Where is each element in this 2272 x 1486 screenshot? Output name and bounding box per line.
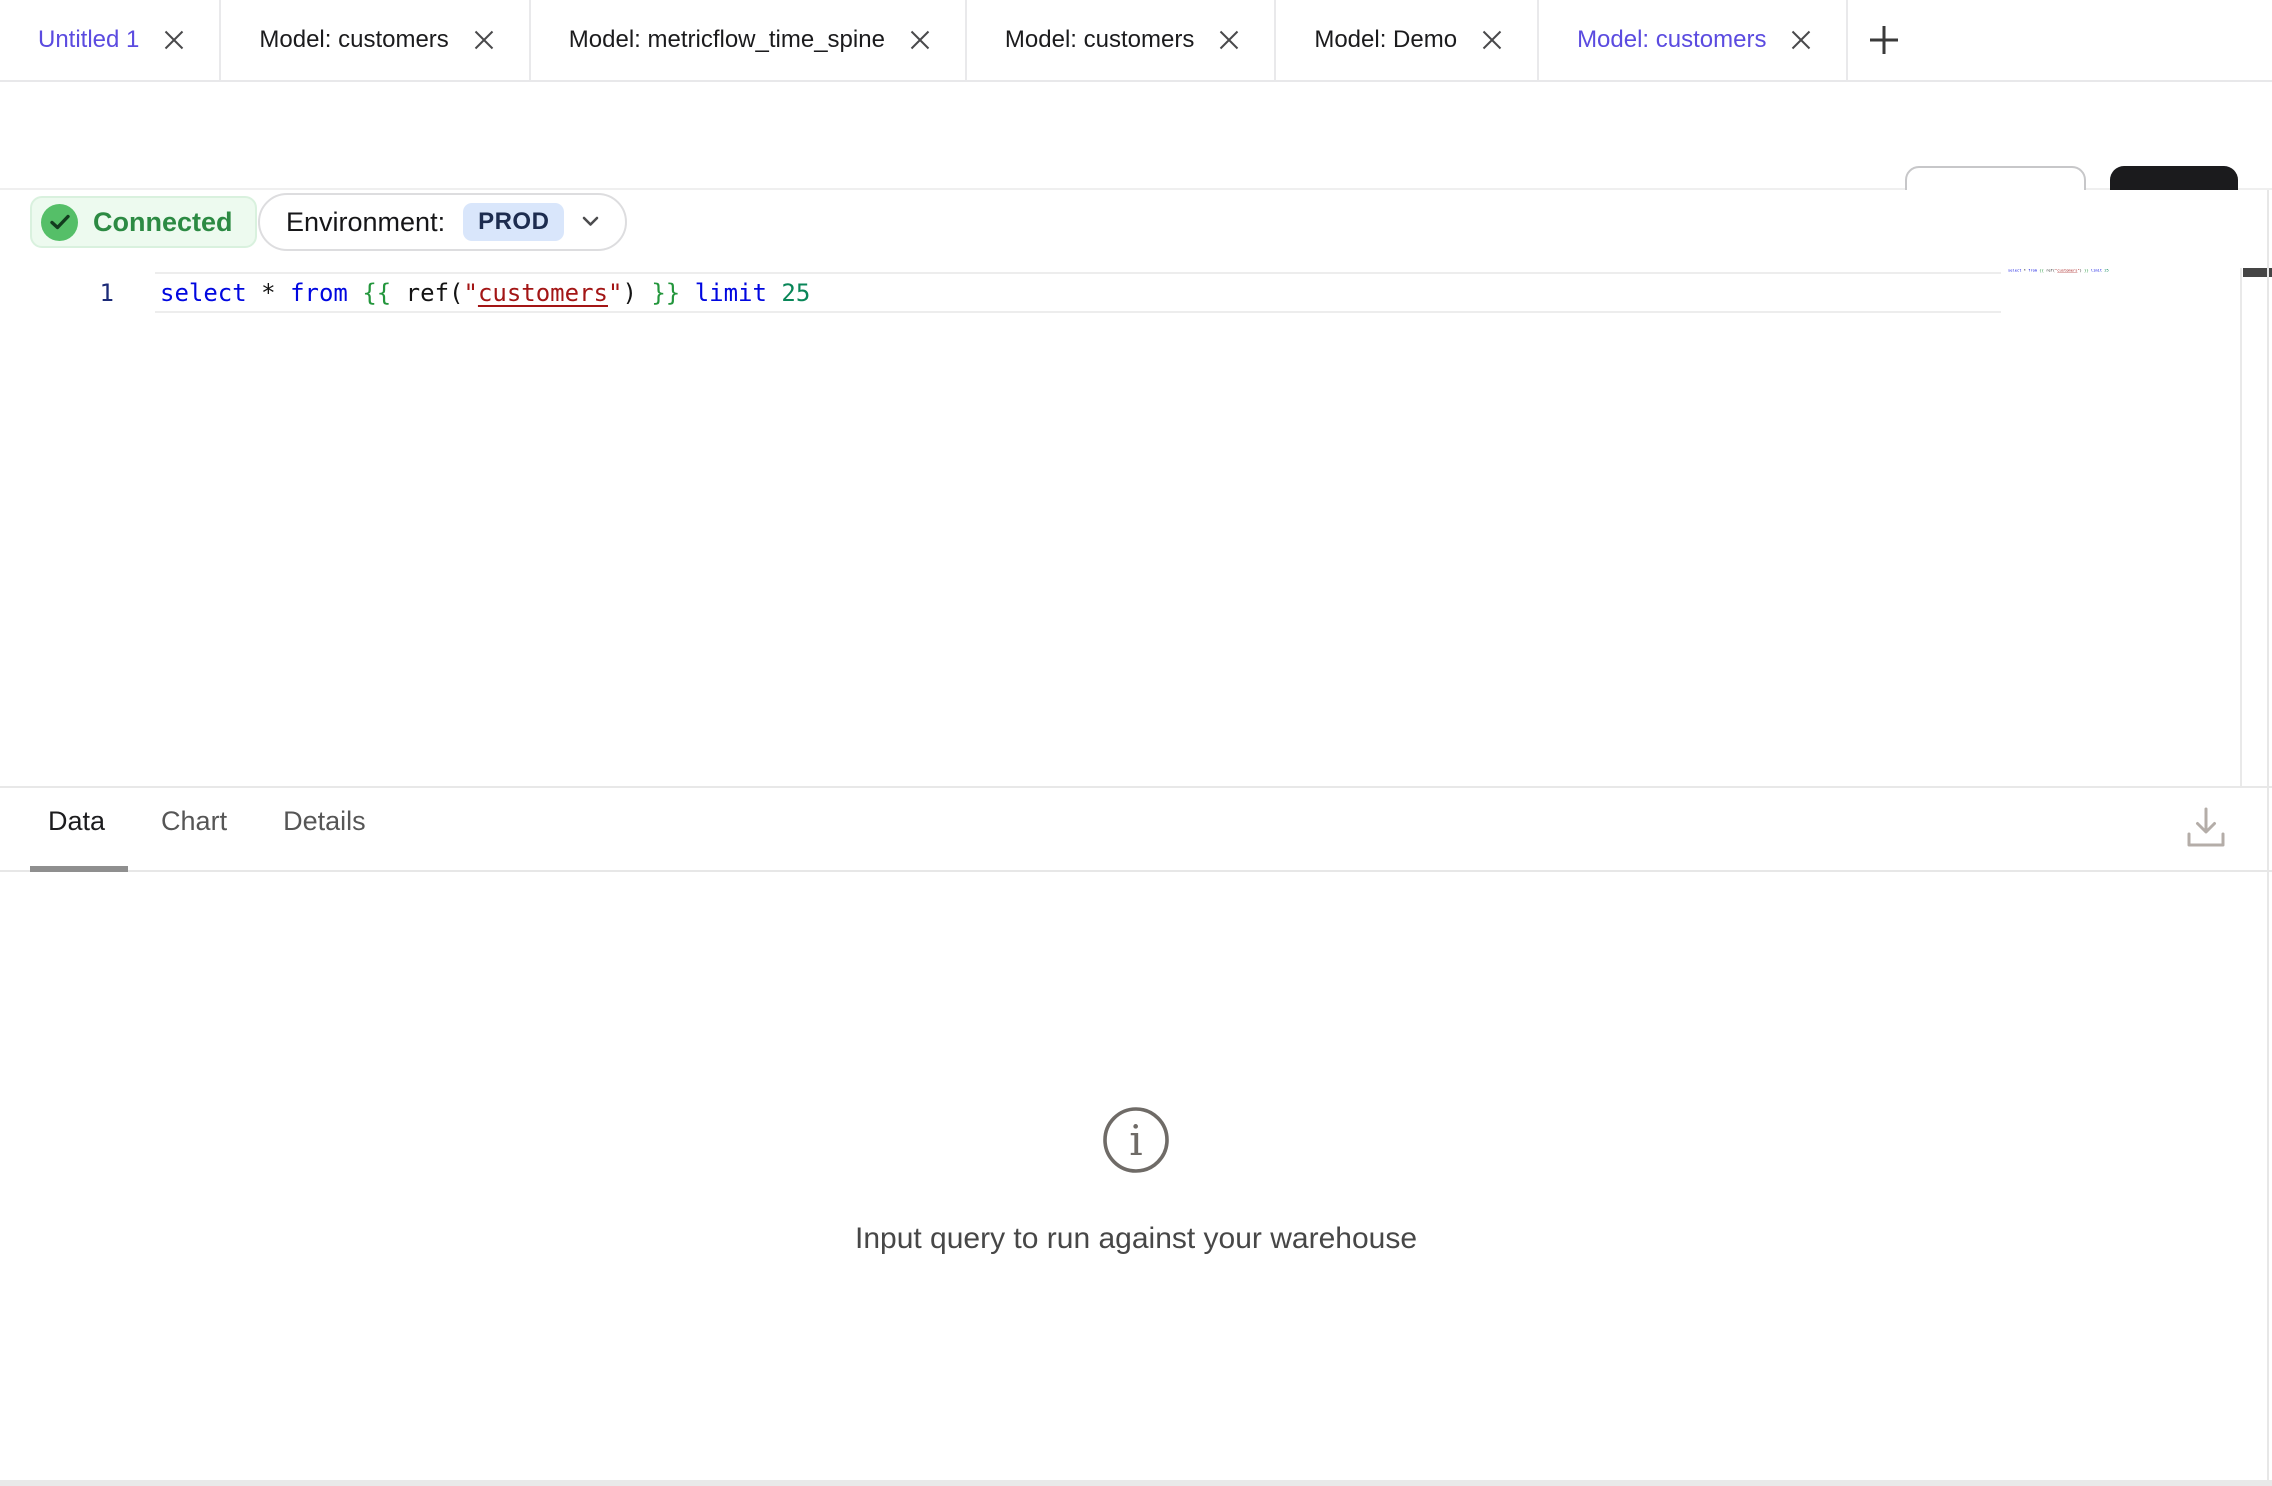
code-token-plain	[637, 279, 651, 307]
editor-tab-model-customers[interactable]: Model: customers	[221, 0, 530, 80]
bottom-bar	[0, 1480, 2272, 1486]
editor-tab-bar: Untitled 1 Model: customers Model: metricf…	[0, 0, 2272, 82]
toolbar: Develop Run	[0, 82, 2272, 190]
code-token-string-link: customers	[478, 279, 608, 307]
tab-close-icon[interactable]	[1216, 27, 1242, 53]
tab-label: Model: customers	[1005, 26, 1194, 54]
code-token-plain	[276, 279, 290, 307]
info-icon: i	[1101, 1105, 1171, 1180]
tab-close-icon[interactable]	[1788, 27, 1814, 53]
code-token-keyword: from	[2028, 268, 2037, 272]
connection-status-label: Connected	[93, 207, 233, 238]
environment-value-badge: PROD	[463, 203, 564, 241]
tab-close-icon[interactable]	[907, 27, 933, 53]
code-token-string: "	[463, 279, 477, 307]
app-window: Untitled 1 Model: customers Model: metricf…	[0, 0, 2272, 1486]
empty-state-message: Input query to run against your warehous…	[855, 1222, 1417, 1256]
minimap-code-line: select * from {{ ref("customers") }} lim…	[2008, 268, 2044, 272]
editor-tab-model-customers[interactable]: Model: customers	[1539, 0, 1848, 80]
code-token-number: 25	[2104, 268, 2108, 272]
code-token-plain: (	[449, 279, 463, 307]
new-tab-button[interactable]	[1848, 0, 1920, 82]
plus-icon	[1866, 22, 1902, 61]
editor-tab-model-metricflow-time-spine[interactable]: Model: metricflow_time_spine	[531, 0, 967, 80]
code-token-plain	[680, 279, 694, 307]
code-token-plain: ref	[406, 279, 449, 307]
editor-tab-model-demo[interactable]: Model: Demo	[1276, 0, 1539, 80]
results-tab-data[interactable]: Data	[48, 800, 105, 843]
tab-label: Model: Demo	[1314, 26, 1457, 54]
results-tab-details[interactable]: Details	[283, 800, 366, 843]
panel-divider[interactable]	[0, 786, 2272, 788]
code-token-delimiter: {{	[362, 279, 391, 307]
right-edge-border	[2267, 190, 2269, 1480]
minimap[interactable]: select * from {{ ref("customers") }} lim…	[2008, 268, 2240, 328]
code-token-keyword: limit	[2091, 268, 2102, 272]
code-line[interactable]: select * from {{ ref("customers") }} lim…	[155, 274, 810, 312]
line-number: 1	[84, 273, 114, 313]
active-line-highlight[interactable]: select * from {{ ref("customers") }} lim…	[155, 272, 2001, 313]
code-token-operator: *	[261, 279, 275, 307]
active-tab-indicator	[30, 866, 128, 872]
code-token-plain: )	[622, 279, 636, 307]
tab-label: Untitled 1	[38, 26, 139, 54]
download-button[interactable]	[2180, 800, 2232, 856]
code-token-plain	[247, 279, 261, 307]
code-token-plain	[767, 279, 781, 307]
download-icon	[2185, 803, 2227, 854]
tab-label: Model: metricflow_time_spine	[569, 26, 885, 54]
tab-strip: Untitled 1 Model: customers Model: metricf…	[0, 0, 1848, 80]
code-token-plain: ref	[2046, 268, 2053, 272]
code-token-plain	[348, 279, 362, 307]
svg-text:i: i	[1129, 1116, 1142, 1165]
environment-selector[interactable]: Environment: PROD	[258, 193, 627, 251]
code-token-delimiter: }}	[651, 279, 680, 307]
editor-tab-untitled-1[interactable]: Untitled 1	[0, 0, 221, 80]
sql-editor[interactable]: Connected Environment: PROD 1 select * f…	[0, 190, 2272, 787]
environment-label: Environment:	[286, 207, 445, 238]
results-tabs-underline	[0, 870, 2272, 872]
code-token-plain	[391, 279, 405, 307]
code-token-keyword: select	[2008, 268, 2021, 272]
editor-tab-model-customers[interactable]: Model: customers	[967, 0, 1276, 80]
results-tab-chart[interactable]: Chart	[161, 800, 227, 843]
tab-close-icon[interactable]	[1479, 27, 1505, 53]
tab-close-icon[interactable]	[161, 27, 187, 53]
tab-close-icon[interactable]	[471, 27, 497, 53]
code-token-string-link: customers	[2057, 268, 2077, 272]
minimap-divider	[2240, 268, 2242, 787]
results-tab-bar: Data Chart Details	[48, 800, 366, 843]
code-token-number: 25	[781, 279, 810, 307]
code-token-string: "	[608, 279, 622, 307]
check-icon	[41, 204, 78, 241]
code-token-keyword: select	[160, 279, 247, 307]
code-token-keyword: from	[290, 279, 348, 307]
tab-label: Model: customers	[259, 26, 448, 54]
connection-status-badge: Connected	[30, 196, 257, 248]
code-token-keyword: limit	[695, 279, 767, 307]
tab-label: Model: customers	[1577, 26, 1766, 54]
empty-state: i Input query to run against your wareho…	[0, 1105, 2272, 1256]
chevron-down-icon	[582, 215, 599, 230]
